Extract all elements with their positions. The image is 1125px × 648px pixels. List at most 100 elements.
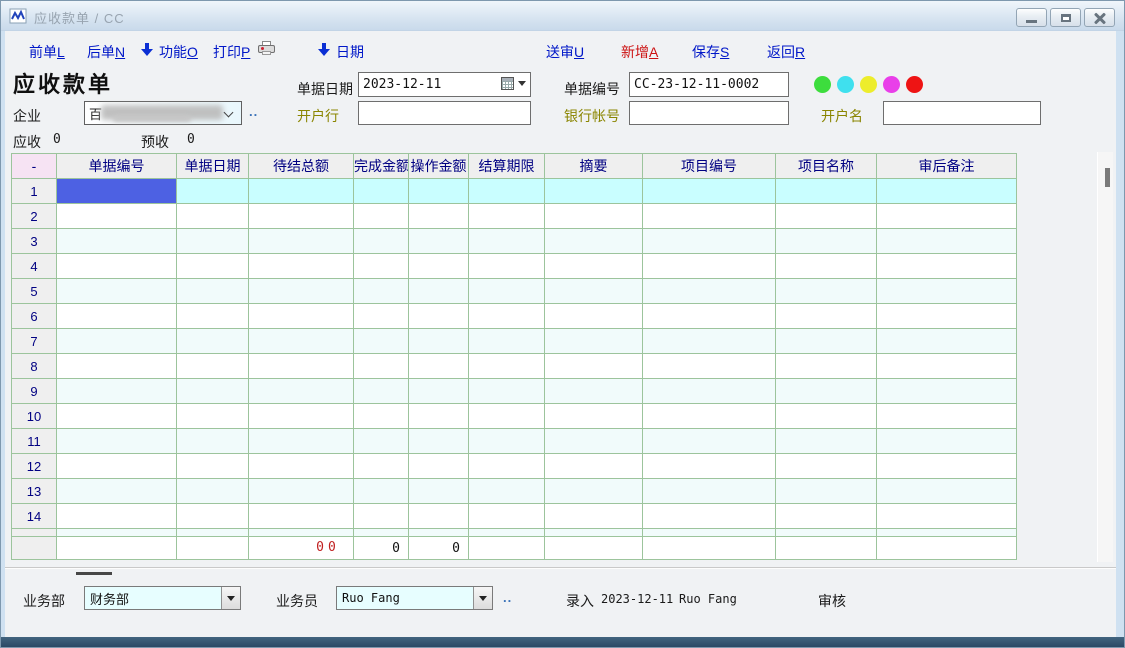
grid-cell[interactable] — [409, 329, 469, 354]
grid-cell[interactable] — [776, 279, 877, 304]
grid-cell[interactable] — [177, 229, 249, 254]
grid-cell[interactable] — [469, 429, 545, 454]
grid-cell[interactable] — [776, 254, 877, 279]
grid-cell[interactable] — [877, 329, 1017, 354]
grid-vertical-scrollbar[interactable] — [1097, 152, 1113, 562]
account-name-field[interactable] — [883, 101, 1041, 125]
grid-cell[interactable] — [177, 279, 249, 304]
grid-cell[interactable] — [177, 537, 249, 560]
close-button[interactable] — [1084, 8, 1115, 27]
grid-cell[interactable] — [249, 529, 354, 537]
grid-cell[interactable] — [545, 537, 643, 560]
grid-cell[interactable] — [249, 429, 354, 454]
save-button[interactable]: 保存S — [692, 42, 729, 62]
row-number[interactable]: 10 — [12, 404, 57, 429]
next-doc-button[interactable]: 后单N — [87, 42, 125, 62]
grid-cell[interactable] — [643, 479, 776, 504]
grid-cell[interactable] — [249, 354, 354, 379]
grid-cell[interactable] — [57, 329, 177, 354]
status-dot[interactable] — [860, 76, 877, 93]
row-number[interactable]: 5 — [12, 279, 57, 304]
submit-audit-button[interactable]: 送审U — [546, 42, 584, 62]
clerk-more-link[interactable]: .. — [503, 590, 512, 605]
grid-cell[interactable] — [249, 204, 354, 229]
grid-cell[interactable] — [354, 504, 409, 529]
grid-cell[interactable] — [545, 329, 643, 354]
grid-cell[interactable] — [354, 229, 409, 254]
grid-cell[interactable] — [57, 304, 177, 329]
grid-cell[interactable] — [776, 229, 877, 254]
row-number[interactable] — [12, 529, 57, 537]
bank-account-field[interactable] — [629, 101, 789, 125]
grid-cell[interactable] — [177, 304, 249, 329]
grid-cell[interactable] — [409, 379, 469, 404]
grid-cell[interactable] — [469, 479, 545, 504]
status-dot[interactable] — [883, 76, 900, 93]
grid-cell[interactable] — [643, 279, 776, 304]
grid-cell[interactable] — [776, 304, 877, 329]
grid-cell[interactable] — [57, 404, 177, 429]
grid-cell[interactable] — [177, 179, 249, 204]
row-number[interactable]: 7 — [12, 329, 57, 354]
grid-cell[interactable] — [249, 304, 354, 329]
bank-branch-field[interactable] — [358, 101, 531, 125]
grid-cell[interactable] — [877, 179, 1017, 204]
grid-cell[interactable] — [249, 329, 354, 354]
grid-cell[interactable] — [57, 454, 177, 479]
grid-cell[interactable] — [57, 504, 177, 529]
status-dot[interactable] — [837, 76, 854, 93]
grid-cell[interactable] — [57, 229, 177, 254]
print-button[interactable]: 打印P — [213, 42, 250, 62]
company-more-link[interactable]: .. — [249, 104, 258, 119]
department-combobox[interactable]: 财务部 — [84, 586, 241, 610]
grid-cell[interactable] — [545, 204, 643, 229]
grid-cell[interactable] — [877, 529, 1017, 537]
grid-cell[interactable] — [545, 429, 643, 454]
date-dropdown-caret-icon[interactable] — [518, 81, 526, 86]
grid-cell[interactable] — [409, 354, 469, 379]
grid-cell[interactable] — [643, 354, 776, 379]
grid-cell[interactable] — [57, 479, 177, 504]
grid-cell[interactable] — [469, 454, 545, 479]
grid-cell[interactable] — [776, 354, 877, 379]
scrollbar-thumb[interactable] — [1105, 168, 1110, 187]
add-new-button[interactable]: 新增A — [621, 42, 658, 62]
row-number[interactable]: 14 — [12, 504, 57, 529]
grid-cell[interactable] — [776, 329, 877, 354]
grid-cell[interactable] — [469, 354, 545, 379]
grid-cell[interactable] — [776, 379, 877, 404]
grid-cell[interactable] — [409, 254, 469, 279]
grid-cell[interactable] — [545, 179, 643, 204]
grid-cell[interactable] — [545, 379, 643, 404]
calendar-icon[interactable] — [501, 77, 514, 90]
grid-cell[interactable]: 00 — [249, 537, 354, 560]
grid-cell[interactable] — [409, 529, 469, 537]
grid-cell[interactable] — [57, 254, 177, 279]
row-number[interactable]: 2 — [12, 204, 57, 229]
grid-cell[interactable] — [643, 454, 776, 479]
grid-cell[interactable] — [643, 379, 776, 404]
grid-cell[interactable] — [469, 504, 545, 529]
row-number[interactable]: 4 — [12, 254, 57, 279]
grid-cell[interactable] — [469, 279, 545, 304]
grid-cell[interactable] — [57, 429, 177, 454]
grid-cell[interactable] — [354, 529, 409, 537]
grid-cell[interactable] — [877, 537, 1017, 560]
status-dot[interactable] — [906, 76, 923, 93]
column-header[interactable]: 结算期限 — [469, 154, 545, 179]
grid-cell[interactable] — [57, 537, 177, 560]
row-number[interactable]: 9 — [12, 379, 57, 404]
grid-cell[interactable] — [57, 279, 177, 304]
grid-cell[interactable] — [409, 179, 469, 204]
grid-cell[interactable] — [469, 304, 545, 329]
grid-cell[interactable] — [643, 254, 776, 279]
grid-cell[interactable] — [877, 204, 1017, 229]
grid-cell[interactable] — [545, 504, 643, 529]
grid-cell[interactable] — [643, 404, 776, 429]
grid-cell[interactable] — [249, 379, 354, 404]
grid-cell[interactable] — [57, 529, 177, 537]
grid-cell[interactable] — [776, 204, 877, 229]
grid-cell[interactable] — [249, 179, 354, 204]
grid-cell[interactable] — [409, 504, 469, 529]
grid-cell[interactable] — [877, 354, 1017, 379]
